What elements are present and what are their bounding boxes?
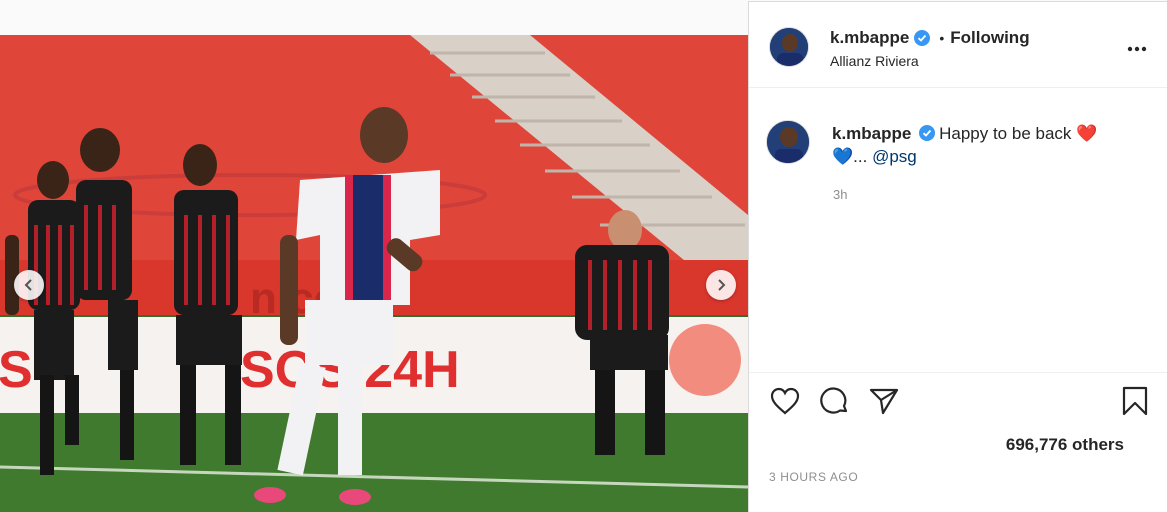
instagram-post-modal: nice S SOS 24H [0,0,1167,512]
blue-heart-emoji: 💙 [832,147,854,166]
caption-avatar[interactable] [766,120,810,164]
caption-username[interactable]: k.mbappe [832,124,911,143]
location-link[interactable]: Allianz Riviera [830,53,919,69]
avatar[interactable] [769,27,809,67]
chevron-right-icon [715,279,727,291]
next-image-button[interactable] [706,270,736,300]
chevron-left-icon [23,279,35,291]
more-options-button[interactable] [1125,38,1149,58]
share-button[interactable] [868,387,900,419]
svg-text:S: S [0,341,33,399]
comment-button[interactable] [819,386,851,421]
following-button[interactable]: Following [950,28,1029,48]
post-actions: 696,776 others 3 HOURS AGO [749,372,1167,512]
verified-badge-icon [914,30,931,46]
red-heart-emoji: ❤️ [1076,124,1098,143]
verified-badge-icon [919,124,936,141]
heart-outline-icon [770,387,800,420]
header-username[interactable]: k.mbappe [830,28,909,48]
comment-icon [820,386,850,421]
save-button[interactable] [1119,386,1151,421]
bookmark-icon [1122,386,1148,421]
caption-ellipsis: ... [853,147,868,166]
post-side-panel: k.mbappe • Following Allianz Riviera k.m… [748,1,1167,512]
mention-link[interactable]: @psg [872,147,917,166]
more-options-icon [1127,39,1147,57]
caption-text: Happy to be back [939,124,1072,143]
previous-image-button[interactable] [14,270,44,300]
likes-count[interactable]: 696,776 others [1006,435,1124,455]
header-user-line: k.mbappe • Following [830,28,1030,48]
caption-timestamp: 3h [833,187,848,202]
separator-dot: • [939,30,945,46]
post-header: k.mbappe • Following Allianz Riviera [749,2,1167,88]
share-paper-plane-icon [869,387,899,420]
like-button[interactable] [769,387,801,419]
post-photo: nice S SOS 24H [0,35,748,512]
posted-time[interactable]: 3 HOURS AGO [769,470,858,484]
post-image[interactable]: nice S SOS 24H [0,35,748,512]
post-caption: k.mbappe Happy to be back ❤️ 💙... @psg [832,122,1142,168]
